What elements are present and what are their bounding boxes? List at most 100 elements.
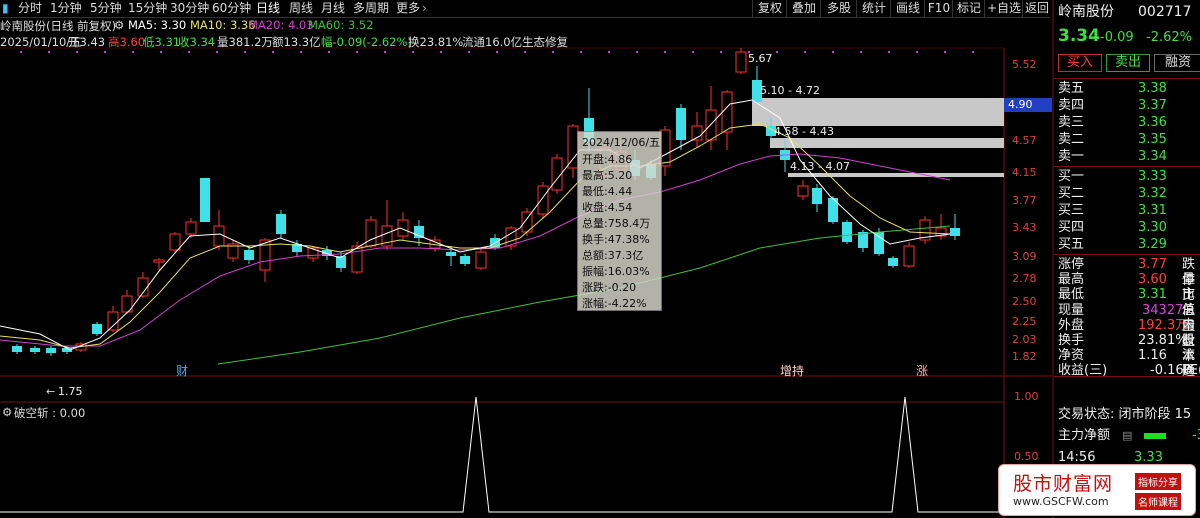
low-label: 1.75 — [58, 385, 83, 398]
bid-price: 3.32 — [1138, 186, 1167, 201]
bid-price: 3.30 — [1138, 220, 1167, 235]
kline-chart[interactable] — [0, 0, 1052, 518]
chart-icon[interactable]: ▤ — [1122, 428, 1132, 444]
candle-body[interactable] — [735, 51, 747, 73]
bid-row: 买四 3.30 — [1054, 220, 1200, 236]
tooltip-row: 总额:37.3亿 — [582, 249, 644, 262]
indicator-settings-icon[interactable]: ⚙ — [2, 405, 12, 419]
main-flow-value: -3 — [1192, 428, 1200, 443]
ask-price: 3.36 — [1138, 115, 1167, 130]
ask-row: 卖四 3.37 — [1054, 98, 1200, 114]
candle-body[interactable] — [414, 226, 424, 238]
trade-state: 交易状态: 闭市阶段 15 — [1058, 407, 1192, 422]
tooltip-row: 换手:47.38% — [582, 233, 650, 246]
ask-label: 卖一 — [1058, 149, 1085, 164]
candle-body[interactable] — [812, 188, 822, 204]
watermark-tag1: 指标分享 — [1135, 473, 1181, 490]
signal-dot — [188, 51, 190, 53]
ask-price: 3.38 — [1138, 81, 1167, 96]
signal-dot — [552, 51, 554, 53]
current-price-tag: 4.90 — [1008, 98, 1033, 111]
stat-row: 现量 34327 总量 — [1054, 302, 1200, 334]
main-flow-label: 主力净额 — [1058, 428, 1111, 443]
bid-label: 买一 — [1058, 169, 1085, 184]
signal-dot — [272, 51, 274, 53]
signal-dot — [580, 51, 582, 53]
candle-body[interactable] — [842, 222, 852, 242]
watermark-logo: 股市财富网 www.GSCFW.com 指标分享 名师课程 — [998, 464, 1196, 516]
y-tick: 4.57 — [1012, 134, 1037, 147]
level-band-1 — [752, 98, 1004, 126]
stat-value: 3.60 — [1138, 272, 1167, 288]
candle-body[interactable] — [537, 185, 549, 215]
candle-body[interactable] — [107, 311, 119, 331]
signal-dot — [160, 51, 162, 53]
tooltip-row: 最低:4.44 — [582, 185, 633, 198]
indicator-name: 破空斩 : 0.00 — [14, 406, 86, 420]
ask-label: 卖五 — [1058, 81, 1085, 96]
stat-label: 外盘 — [1058, 317, 1085, 333]
stat-value: 1.16 — [1138, 348, 1167, 364]
candle-body[interactable] — [46, 348, 56, 353]
candle-body[interactable] — [446, 252, 456, 256]
main-flow-bar — [1144, 433, 1166, 439]
bid-label: 买五 — [1058, 237, 1085, 252]
candle-body[interactable] — [244, 250, 254, 260]
watermark-title: 股市财富网 — [1013, 473, 1114, 495]
signal-dot — [48, 51, 50, 53]
candle-body[interactable] — [475, 251, 487, 269]
signal-dot — [664, 51, 666, 53]
candle-body[interactable] — [950, 228, 960, 236]
candle-body[interactable] — [365, 219, 377, 247]
bid-label: 买二 — [1058, 186, 1085, 201]
marker-limit-up[interactable]: 涨 — [916, 362, 928, 379]
candle-body[interactable] — [185, 221, 197, 235]
stat-row: 净资 1.16 流通 — [1054, 348, 1200, 379]
candle-body[interactable] — [676, 108, 686, 140]
buy-button[interactable]: 买入 — [1058, 54, 1102, 72]
y-tick: 2.50 — [1012, 295, 1037, 308]
signal-dot — [776, 51, 778, 53]
candle-body[interactable] — [12, 346, 22, 352]
candle-body[interactable] — [276, 214, 286, 234]
candle-body[interactable] — [874, 232, 884, 254]
tooltip-row: 涨跌:-0.20 — [582, 281, 637, 294]
candle-body[interactable] — [797, 185, 809, 197]
ask-row: 卖五 3.38 — [1054, 81, 1200, 97]
y-tick: 2.78 — [1012, 272, 1037, 285]
stat-value: 3.31 — [1138, 287, 1167, 303]
candle-body[interactable] — [460, 256, 470, 264]
stat-row: 外盘 192.3万 内盘 — [1054, 317, 1200, 349]
y-tick: 2.25 — [1012, 315, 1037, 328]
candle-body[interactable] — [721, 91, 733, 133]
bid-price: 3.31 — [1138, 203, 1167, 218]
candle-body[interactable] — [200, 178, 210, 222]
marker-increase[interactable]: 增持 — [780, 362, 804, 379]
signal-dot — [804, 51, 806, 53]
ask-row: 卖三 3.36 — [1054, 115, 1200, 131]
candle-body[interactable] — [705, 109, 717, 141]
candle-body[interactable] — [213, 225, 225, 247]
signal-dot — [104, 51, 106, 53]
candle-body[interactable] — [888, 258, 898, 266]
candle-body[interactable] — [153, 259, 165, 263]
stat-value: 23.81% — [1138, 333, 1188, 348]
ask-label: 卖二 — [1058, 132, 1085, 147]
margin-button[interactable]: 融资 — [1154, 54, 1200, 72]
signal-dot — [720, 51, 722, 53]
sell-button[interactable]: 卖出 — [1106, 54, 1150, 72]
signal-dot — [328, 51, 330, 53]
y-tick: 3.77 — [1012, 194, 1037, 207]
tooltip-row: 涨幅:-4.22% — [582, 297, 647, 310]
tooltip-row: 总量:758.4万 — [582, 217, 651, 230]
stat-value: 34327 — [1142, 302, 1184, 318]
marker-finance[interactable]: 财 — [176, 362, 188, 379]
candle-body[interactable] — [169, 233, 181, 251]
stat-label: 最低 — [1058, 287, 1085, 303]
candle-body[interactable] — [92, 324, 102, 334]
stat-label: 现量 — [1058, 302, 1085, 318]
candle-body[interactable] — [903, 245, 915, 267]
candle-body[interactable] — [30, 348, 40, 352]
stat-label: 换手 — [1058, 333, 1085, 348]
stat-value: 3.77 — [1138, 257, 1167, 272]
